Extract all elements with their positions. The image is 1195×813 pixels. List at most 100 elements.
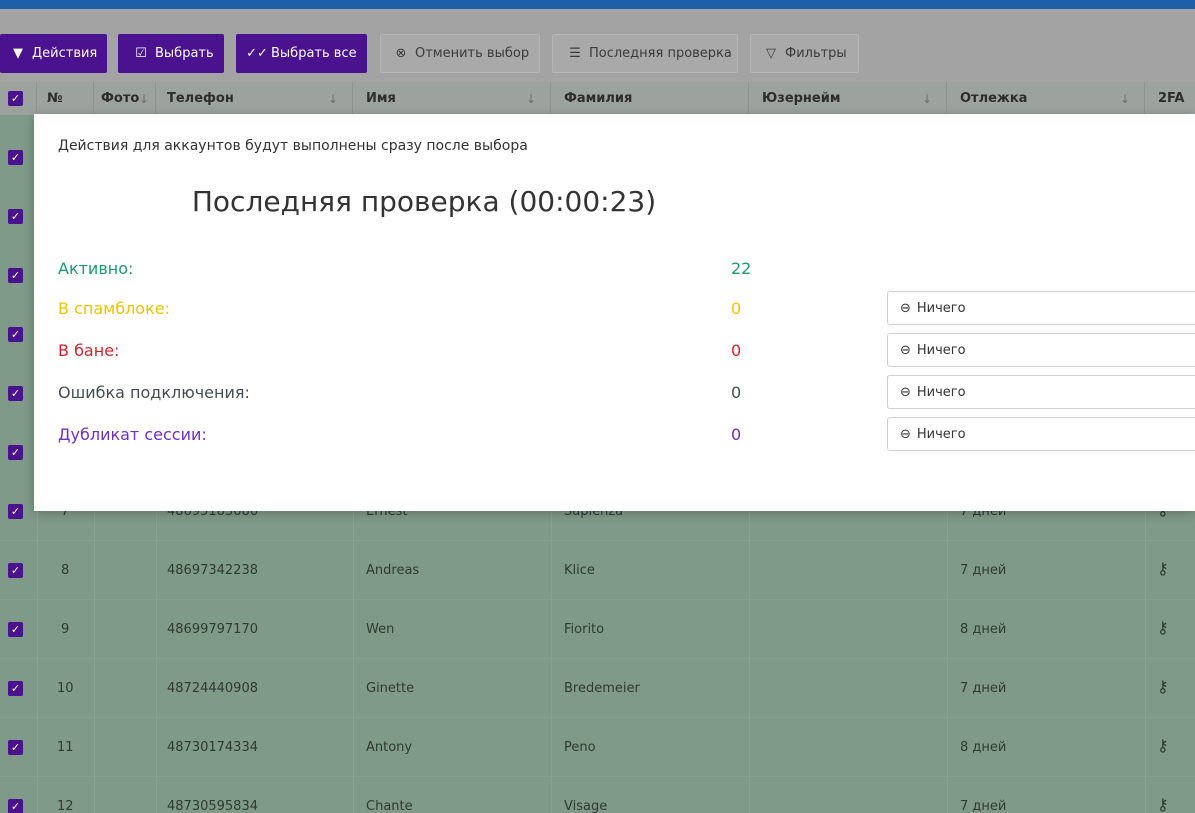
cell-num: 12 [57, 799, 74, 813]
table-row[interactable]: ✓ 9 48699797170 Wen Fiorito 8 дней ⚷ [0, 600, 1195, 659]
row-checkbox[interactable]: ✓ [8, 150, 23, 165]
checkbox-icon: ☑ [135, 46, 147, 61]
cell-phone: 48724440908 [167, 681, 258, 696]
row-checkbox[interactable]: ✓ [8, 740, 23, 755]
last-check-button-label: Последняя проверка [589, 46, 732, 61]
last-check-button[interactable]: ☰ Последняя проверка [552, 34, 738, 73]
cell-surname: Visage [564, 799, 608, 813]
row-checkbox[interactable]: ✓ [8, 563, 23, 578]
stat-label-duplicate-session: Дубликат сессии: [58, 425, 207, 444]
last-check-modal: Действия для аккаунтов будут выполнены с… [34, 114, 1195, 511]
stat-label-connection-error: Ошибка подключения: [58, 383, 250, 402]
cell-surname: Peno [564, 740, 596, 755]
row-checkbox[interactable]: ✓ [8, 327, 23, 342]
double-check-icon: ✓✓ [246, 46, 268, 61]
stat-value-spamblock: 0 [731, 299, 742, 318]
cell-surname: Fiorito [564, 622, 605, 637]
cell-aging: 8 дней [960, 740, 1007, 755]
spamblock-action-select[interactable]: ⊖ Ничего [887, 291, 1195, 325]
key-icon[interactable]: ⚷ [1157, 736, 1169, 755]
table-row[interactable]: ✓ 10 48724440908 Ginette Bredemeier 7 дн… [0, 659, 1195, 718]
key-icon[interactable]: ⚷ [1157, 795, 1169, 813]
actions-button[interactable]: ▼ Действия [0, 34, 107, 73]
row-checkbox[interactable]: ✓ [8, 681, 23, 696]
stat-label-spamblock: В спамблоке: [58, 299, 170, 318]
header-username[interactable]: Юзернейм ↓ [749, 82, 947, 115]
select-all-button-label: Выбрать все [271, 46, 357, 61]
cell-aging: 8 дней [960, 622, 1007, 637]
table-header: ✓ № Фото ↓ Телефон ↓ Имя ↓ Фамилия Юзерн… [0, 82, 1195, 115]
cell-aging: 7 дней [960, 799, 1007, 813]
duplicate-session-action-select[interactable]: ⊖ Ничего [887, 417, 1195, 451]
header-photo-label: Фото [101, 91, 140, 106]
cell-aging: 7 дней [960, 563, 1007, 578]
key-icon[interactable]: ⚷ [1157, 618, 1169, 637]
connection-error-action-value: Ничего [916, 384, 966, 400]
minus-circle-icon: ⊖ [900, 384, 911, 400]
sort-arrow-icon: ↓ [1119, 92, 1130, 106]
key-icon[interactable]: ⚷ [1157, 559, 1169, 578]
sort-arrow-icon: ↓ [921, 92, 932, 106]
row-checkbox[interactable]: ✓ [8, 209, 23, 224]
actions-button-label: Действия [32, 46, 98, 61]
stat-label-banned: В бане: [58, 341, 120, 360]
header-2fa[interactable]: 2FA [1145, 82, 1195, 115]
table-row[interactable]: ✓ 8 48697342238 Andreas Klice 7 дней ⚷ [0, 541, 1195, 600]
header-checkbox[interactable]: ✓ [8, 91, 23, 106]
modal-title: Последняя проверка (00:00:23) [191, 185, 657, 218]
minus-circle-icon: ⊖ [900, 342, 911, 358]
table-row[interactable]: ✓ 11 48730174334 Antony Peno 8 дней ⚷ [0, 718, 1195, 777]
row-checkbox[interactable]: ✓ [8, 504, 23, 519]
header-username-label: Юзернейм [762, 91, 841, 106]
key-icon[interactable]: ⚷ [1157, 677, 1169, 696]
cell-num: 9 [61, 622, 70, 637]
cell-name: Wen [366, 622, 395, 637]
filters-button-label: Фильтры [785, 46, 847, 61]
header-surname[interactable]: Фамилия [551, 82, 749, 115]
header-num[interactable]: № [37, 82, 94, 115]
list-icon: ☰ [569, 46, 581, 61]
header-name[interactable]: Имя ↓ [353, 82, 551, 115]
sort-arrow-icon: ↓ [138, 92, 149, 106]
filters-button[interactable]: ▽ Фильтры [750, 34, 859, 73]
header-name-label: Имя [366, 91, 396, 106]
row-checkbox[interactable]: ✓ [8, 622, 23, 637]
header-photo[interactable]: Фото ↓ [94, 82, 156, 115]
spamblock-action-value: Ничего [916, 300, 966, 316]
cell-surname: Klice [564, 563, 595, 578]
top-accent-bar [0, 0, 1195, 9]
cell-name: Andreas [366, 563, 420, 578]
stat-value-active: 22 [731, 259, 752, 278]
select-all-button[interactable]: ✓✓ Выбрать все [236, 34, 367, 73]
header-surname-label: Фамилия [564, 91, 633, 106]
connection-error-action-select[interactable]: ⊖ Ничего [887, 375, 1195, 409]
stat-label-active: Активно: [58, 259, 134, 278]
cancel-selection-button-label: Отменить выбор [415, 46, 530, 61]
cell-phone: 48730174334 [167, 740, 258, 755]
filter-icon: ▽ [766, 46, 776, 61]
cell-num: 10 [57, 681, 74, 696]
header-phone[interactable]: Телефон ↓ [156, 82, 353, 115]
cell-phone: 48699797170 [167, 622, 258, 637]
row-checkbox[interactable]: ✓ [8, 445, 23, 460]
header-select-all-cell[interactable]: ✓ [0, 82, 37, 115]
banned-action-select[interactable]: ⊖ Ничего [887, 333, 1195, 367]
sort-arrow-icon: ↓ [327, 92, 338, 106]
toolbar: ▼ Действия ☑ Выбрать ✓✓ Выбрать все ⊗ От… [0, 9, 1195, 82]
row-checkbox[interactable]: ✓ [8, 386, 23, 401]
stat-value-duplicate-session: 0 [731, 425, 742, 444]
row-checkbox[interactable]: ✓ [8, 268, 23, 283]
cell-surname: Bredemeier [564, 681, 640, 696]
row-checkbox[interactable]: ✓ [8, 799, 23, 813]
table-row[interactable]: ✓ 12 48730595834 Chante Visage 7 дней ⚷ [0, 777, 1195, 813]
circle-x-icon: ⊗ [395, 46, 407, 61]
select-button[interactable]: ☑ Выбрать [118, 34, 224, 73]
minus-circle-icon: ⊖ [900, 426, 911, 442]
sort-arrow-icon: ↓ [525, 92, 536, 106]
header-phone-label: Телефон [167, 91, 234, 106]
triangle-down-icon: ▼ [13, 46, 23, 61]
cell-phone: 48697342238 [167, 563, 258, 578]
header-aging[interactable]: Отлежка ↓ [947, 82, 1145, 115]
cancel-selection-button[interactable]: ⊗ Отменить выбор [380, 34, 540, 73]
stat-value-banned: 0 [731, 341, 742, 360]
